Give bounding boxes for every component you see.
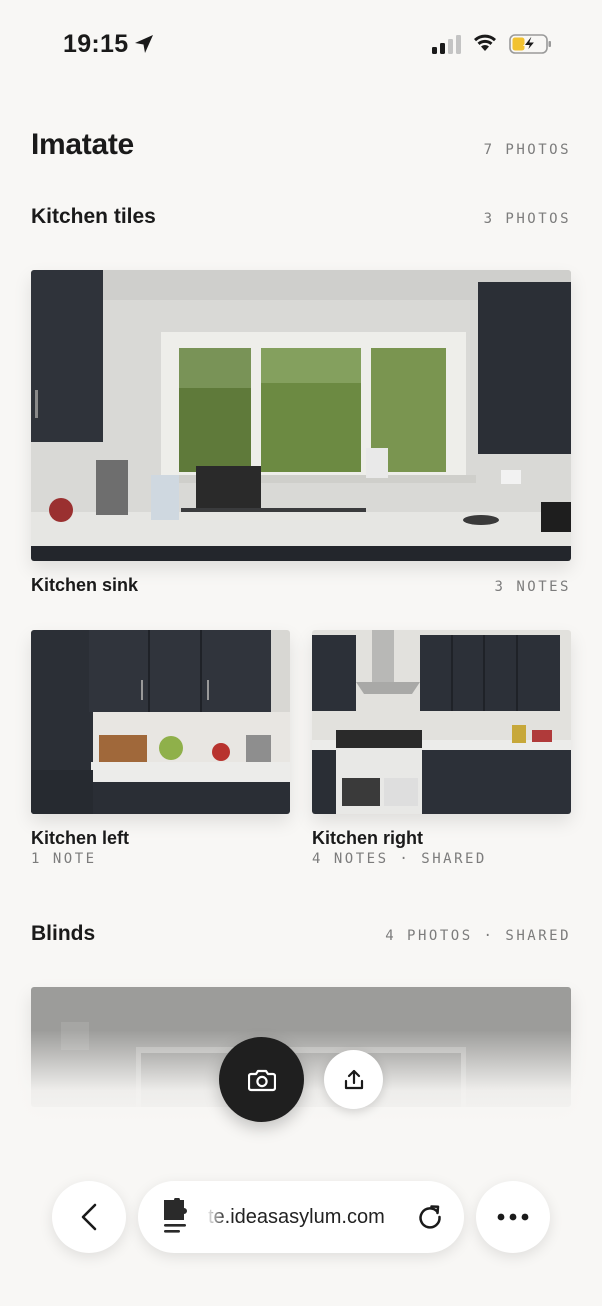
- page-title: Imatate: [31, 128, 134, 161]
- project-photo-count: 7 PHOTOS: [483, 142, 571, 158]
- browser-more-button[interactable]: [476, 1181, 550, 1253]
- album-photo-count: 4 PHOTOS · SHARED: [385, 928, 571, 944]
- photo-title-kitchen-right[interactable]: Kitchen right: [312, 828, 423, 849]
- wifi-icon: [474, 34, 496, 51]
- share-button[interactable]: [324, 1050, 383, 1109]
- more-dots-icon: [497, 1213, 529, 1221]
- camera-icon: [247, 1069, 276, 1091]
- page-extension-icon[interactable]: [162, 1198, 190, 1234]
- camera-button[interactable]: [219, 1037, 304, 1122]
- status-bar: 19:15: [0, 0, 602, 90]
- share-upload-icon: [344, 1069, 363, 1089]
- photo-kitchen-sink[interactable]: [31, 270, 571, 561]
- address-bar[interactable]: te.ideasasylum.com: [138, 1181, 464, 1253]
- kitchen-right-image: [312, 630, 571, 814]
- url-fade: [206, 1201, 226, 1233]
- photo-notes-shared: 4 NOTES · SHARED: [312, 851, 487, 867]
- kitchen-left-image: [31, 630, 290, 814]
- battery-charging-icon: [509, 34, 551, 54]
- album-title-kitchen-tiles[interactable]: Kitchen tiles: [31, 205, 156, 229]
- photo-notes-count: 1 NOTE: [31, 851, 97, 867]
- photo-title-kitchen-left[interactable]: Kitchen left: [31, 828, 129, 849]
- status-time: 19:15: [63, 30, 129, 58]
- photo-kitchen-right[interactable]: [312, 630, 571, 814]
- photo-kitchen-left[interactable]: [31, 630, 290, 814]
- kitchen-sink-image: [31, 270, 571, 561]
- photo-title-kitchen-sink[interactable]: Kitchen sink: [31, 575, 138, 596]
- browser-back-button[interactable]: [52, 1181, 126, 1253]
- location-arrow-icon: [135, 35, 153, 53]
- photo-notes-count: 3 NOTES: [494, 579, 571, 595]
- cellular-signal-icon: [432, 35, 461, 54]
- url-text[interactable]: te.ideasasylum.com: [208, 1206, 398, 1229]
- reload-icon[interactable]: [416, 1203, 444, 1231]
- chevron-left-icon: [81, 1203, 97, 1231]
- album-title-blinds[interactable]: Blinds: [31, 922, 95, 946]
- album-photo-count: 3 PHOTOS: [483, 211, 571, 227]
